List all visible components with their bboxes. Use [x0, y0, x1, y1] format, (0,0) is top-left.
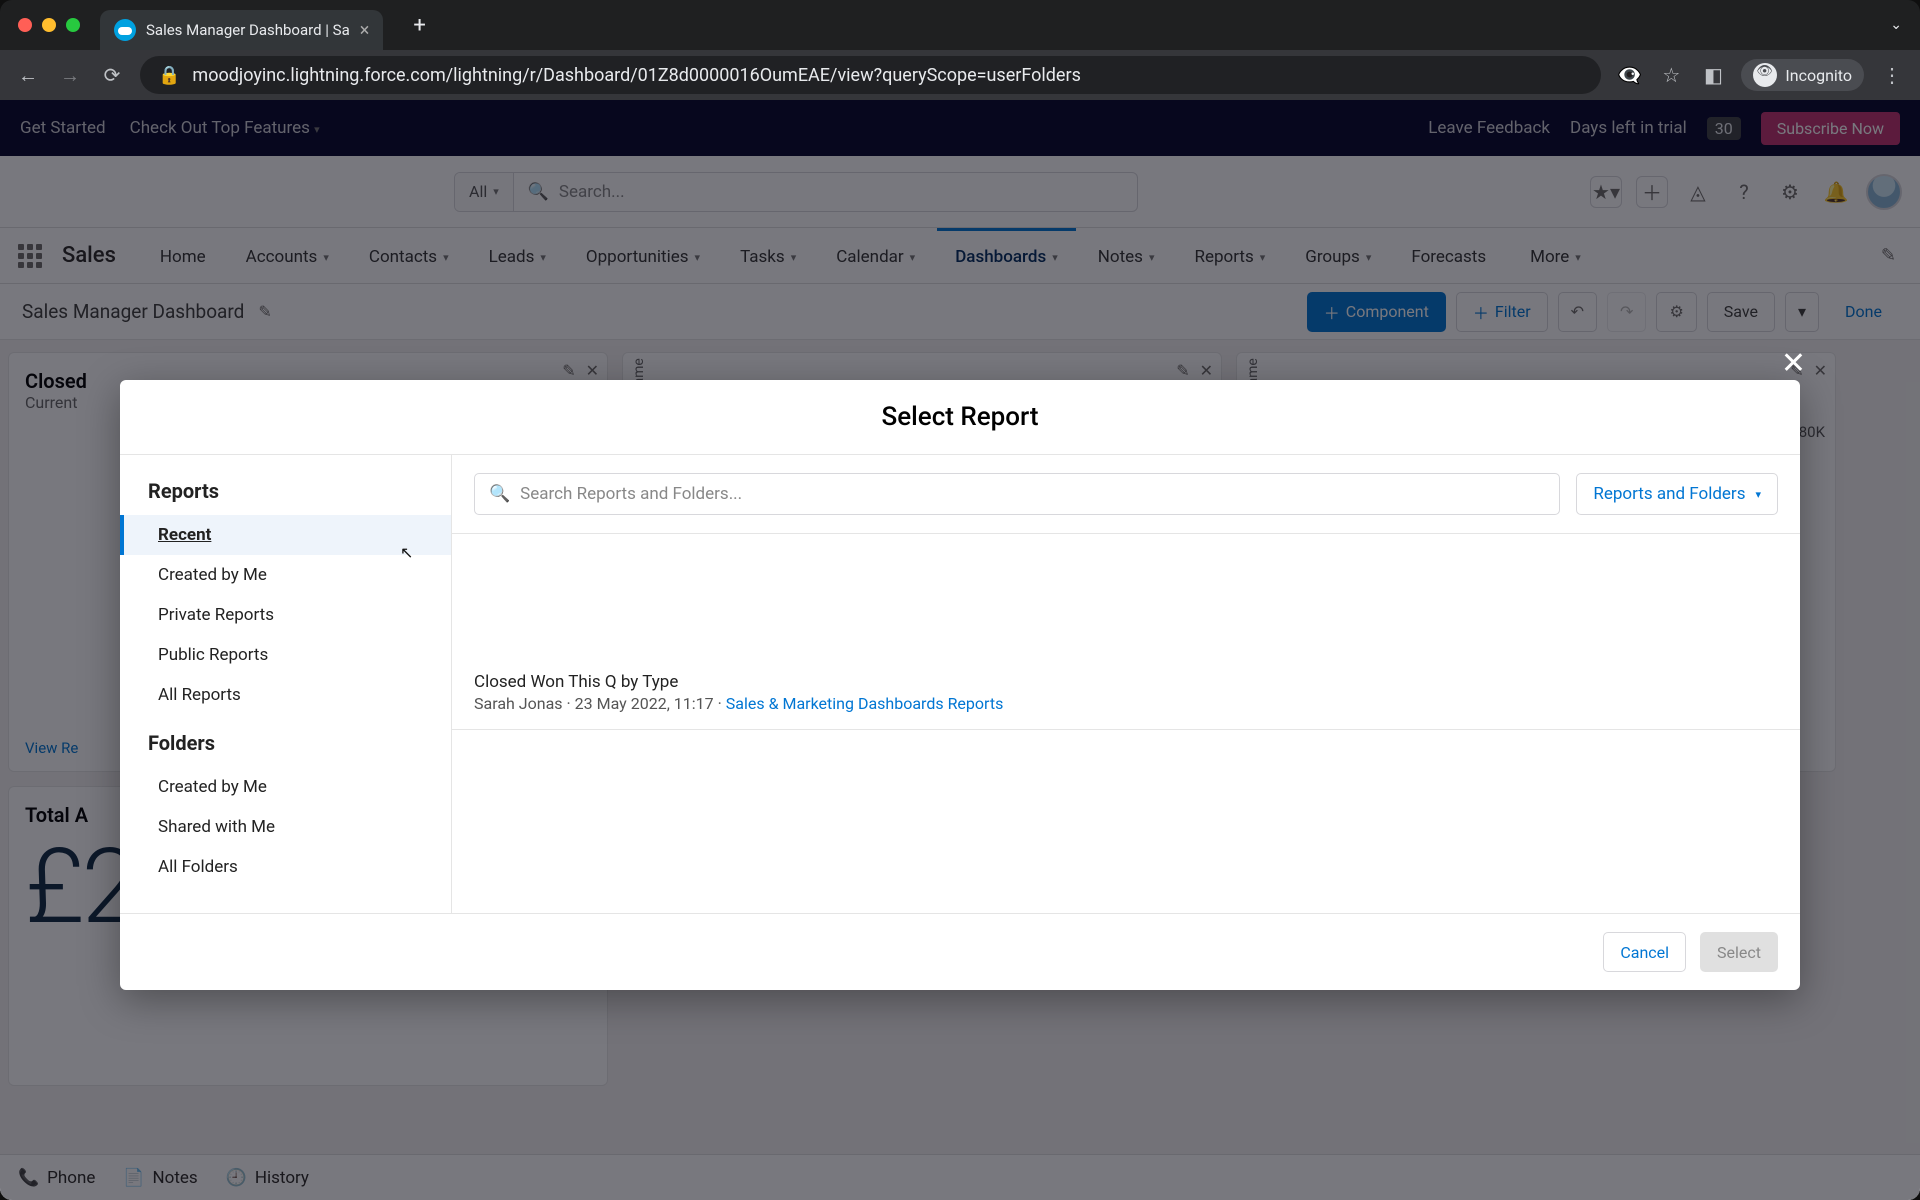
tabs-dropdown-icon[interactable]: ⌄ [1890, 17, 1902, 33]
chevron-down-icon: ▾ [1755, 488, 1761, 501]
report-search-input[interactable]: 🔍 Search Reports and Folders... [474, 473, 1560, 515]
search-icon: 🔍 [489, 484, 510, 504]
sidebar-heading-folders: Folders [120, 725, 451, 767]
salesforce-icon [114, 19, 136, 41]
report-meta: Sarah Jonas · 23 May 2022, 11:17 · Sales… [474, 694, 1778, 713]
modal-title: Select Report [120, 380, 1800, 454]
select-report-modal: ✕ Select Report Reports Recent Created b… [120, 380, 1800, 990]
tracking-icon[interactable]: 👁‍🗨 [1615, 61, 1643, 89]
sidebar-item-all-folders[interactable]: All Folders [120, 847, 451, 887]
modal-main: 🔍 Search Reports and Folders... Reports … [452, 455, 1800, 913]
close-modal-icon[interactable]: ✕ [1781, 346, 1806, 381]
lock-icon: 🔒 [158, 65, 180, 86]
new-tab-button[interactable]: + [413, 13, 425, 38]
sidebar-item-folders-created[interactable]: Created by Me [120, 767, 451, 807]
browser-tab[interactable]: Sales Manager Dashboard | Sa × [100, 10, 383, 50]
address-bar[interactable]: 🔒 moodjoyinc.lightning.force.com/lightni… [140, 56, 1601, 94]
modal-footer: Cancel Select [120, 914, 1800, 990]
report-title: Closed Won This Q by Type [474, 672, 1778, 692]
sidebar-item-public-reports[interactable]: Public Reports [120, 635, 451, 675]
window-titlebar: Sales Manager Dashboard | Sa × + ⌄ [0, 0, 1920, 50]
traffic-lights [18, 18, 80, 32]
incognito-icon [1753, 63, 1777, 87]
sidebar-item-created-by-me[interactable]: Created by Me [120, 555, 451, 595]
maximize-window-icon[interactable] [66, 18, 80, 32]
report-folder-link[interactable]: Sales & Marketing Dashboards Reports [726, 694, 1004, 713]
reload-button[interactable]: ⟳ [98, 61, 126, 89]
sidebar-item-recent[interactable]: Recent [120, 515, 451, 555]
minimize-window-icon[interactable] [42, 18, 56, 32]
bookmark-icon[interactable]: ☆ [1657, 61, 1685, 89]
modal-sidebar: Reports Recent Created by Me Private Rep… [120, 455, 452, 913]
sidebar-heading-reports: Reports [120, 473, 451, 515]
close-window-icon[interactable] [18, 18, 32, 32]
browser-menu-icon[interactable]: ⋮ [1878, 61, 1906, 89]
tab-title: Sales Manager Dashboard | Sa [146, 21, 350, 39]
incognito-label: Incognito [1785, 66, 1852, 85]
report-row[interactable]: Closed Won This Q by Type Sarah Jonas · … [452, 654, 1800, 730]
sidebar-item-private-reports[interactable]: Private Reports [120, 595, 451, 635]
sidebar-item-folders-shared[interactable]: Shared with Me [120, 807, 451, 847]
modal-overlay: ✕ Select Report Reports Recent Created b… [0, 100, 1920, 1200]
type-filter-dropdown[interactable]: Reports and Folders ▾ [1576, 473, 1778, 515]
back-button[interactable]: ← [14, 61, 42, 89]
sidebar-item-all-reports[interactable]: All Reports [120, 675, 451, 715]
search-placeholder: Search Reports and Folders... [520, 484, 742, 504]
cancel-button[interactable]: Cancel [1603, 932, 1686, 972]
incognito-chip[interactable]: Incognito [1741, 59, 1864, 91]
select-button[interactable]: Select [1700, 932, 1778, 972]
browser-toolbar: ← → ⟳ 🔒 moodjoyinc.lightning.force.com/l… [0, 50, 1920, 100]
forward-button[interactable]: → [56, 61, 84, 89]
report-list: Closed Won This Q by Type Sarah Jonas · … [452, 533, 1800, 913]
panel-icon[interactable]: ◧ [1699, 61, 1727, 89]
close-tab-icon[interactable]: × [360, 20, 370, 41]
url-text: moodjoyinc.lightning.force.com/lightning… [192, 65, 1080, 86]
